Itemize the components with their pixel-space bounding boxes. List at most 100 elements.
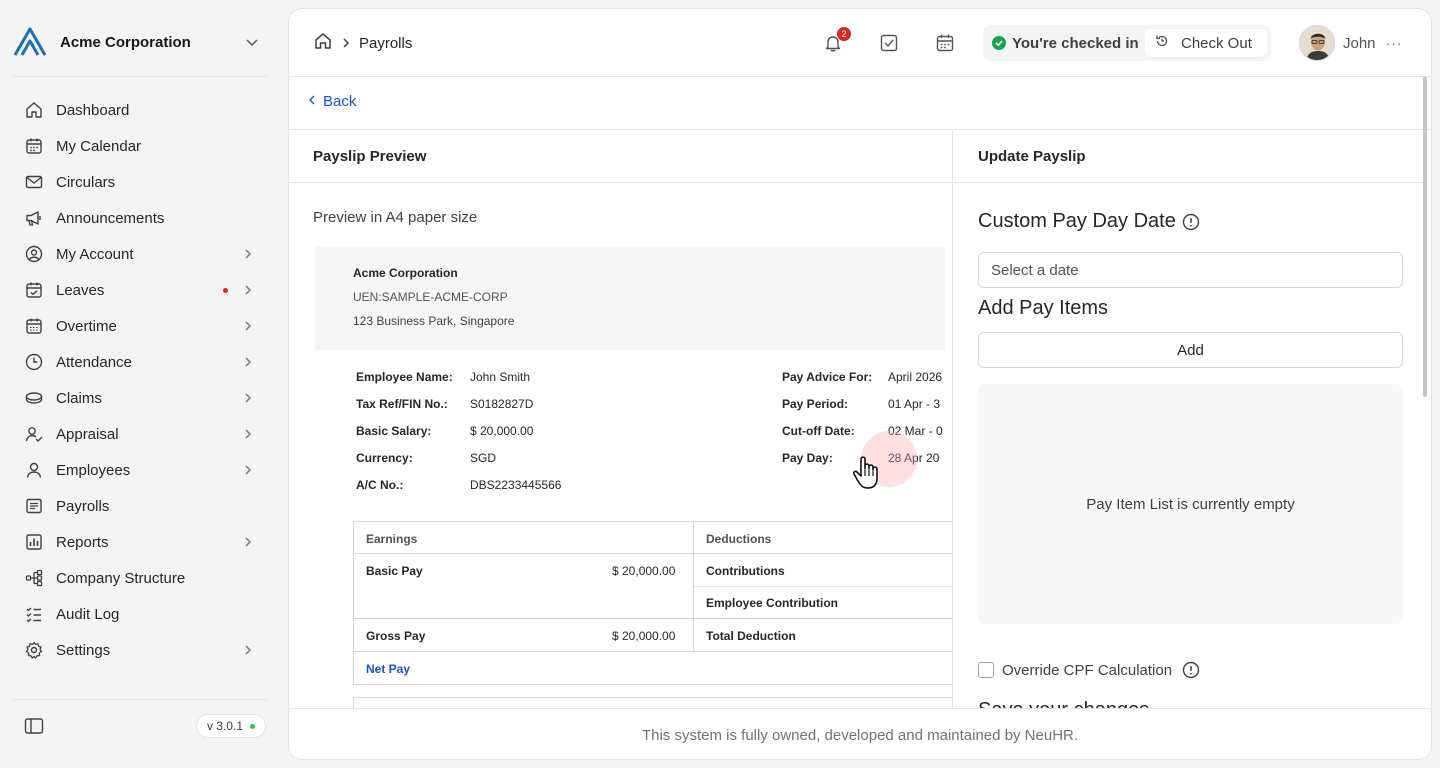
- scrollbar[interactable]: [1423, 77, 1427, 397]
- chevron-right-icon: [240, 245, 256, 263]
- gross-pay-label: Gross Pay: [366, 629, 426, 643]
- checkin-status: You're checked in Check Out: [983, 25, 1271, 61]
- sidebar-item-company-structure[interactable]: Company Structure: [12, 560, 268, 596]
- checkbox-icon[interactable]: [877, 31, 901, 55]
- sidebar-toggle-icon[interactable]: [20, 712, 48, 740]
- version-text: v 3.0.1: [206, 719, 243, 733]
- field-value: John Smith: [470, 370, 531, 384]
- net-pay-label: Net Pay: [366, 662, 411, 676]
- info-icon[interactable]: [1182, 213, 1200, 231]
- info-icon[interactable]: [1182, 661, 1200, 679]
- company-address: 123 Business Park, Singapore: [353, 314, 515, 328]
- back-link[interactable]: Back: [307, 93, 356, 110]
- custom-pay-day-title: Custom Pay Day Date: [978, 210, 1200, 233]
- sidebar-item-audit-log[interactable]: Audit Log: [12, 596, 268, 632]
- sidebar-item-label: Employees: [56, 461, 131, 479]
- table-left-border: [353, 522, 354, 685]
- home-icon[interactable]: [313, 31, 333, 56]
- sidebar-item-dashboard[interactable]: Dashboard: [12, 92, 268, 128]
- add-pay-items-title: Add Pay Items: [978, 297, 1108, 320]
- sidebar-nav: Dashboard My Calendar Circulars Announce…: [12, 92, 268, 668]
- coins-icon: [24, 388, 44, 408]
- basic-pay-label: Basic Pay: [366, 564, 423, 578]
- user-check-icon: [24, 424, 44, 444]
- sidebar-item-my-account[interactable]: My Account: [12, 236, 268, 272]
- main-panel: Payrolls 2 You're checked in Check Out J…: [288, 8, 1432, 760]
- clock-rewind-icon: [1155, 34, 1169, 53]
- hierarchy-icon: [24, 568, 44, 588]
- check-out-label: Check Out: [1181, 34, 1252, 52]
- sidebar-item-label: My Calendar: [56, 137, 142, 155]
- sidebar-item-employees[interactable]: Employees: [12, 452, 268, 488]
- empty-state-text: Pay Item List is currently empty: [1086, 495, 1295, 513]
- calendar-icon[interactable]: [933, 31, 957, 55]
- sidebar-item-appraisal[interactable]: Appraisal: [12, 416, 268, 452]
- sidebar-item-label: Leaves: [56, 281, 105, 299]
- sidebar-item-claims[interactable]: Claims: [12, 380, 268, 416]
- earnings-header: Earnings: [366, 532, 418, 546]
- field-label: Pay Period:: [782, 397, 849, 411]
- chevron-right-icon: [341, 37, 351, 49]
- sidebar-item-label: My Account: [56, 245, 134, 263]
- add-pay-items-label: Add Pay Items: [978, 297, 1109, 319]
- calendar-icon: [24, 136, 44, 156]
- chevron-right-icon: [240, 461, 256, 479]
- custom-pay-day-label: Custom Pay Day Date: [978, 210, 1176, 232]
- sidebar-item-circulars[interactable]: Circulars: [12, 164, 268, 200]
- sidebar-item-label: Company Structure: [56, 569, 186, 587]
- user-menu[interactable]: John ···: [1299, 25, 1403, 61]
- sidebar-item-attendance[interactable]: Attendance: [12, 344, 268, 380]
- next-table-edge: [353, 697, 952, 708]
- sidebar-item-label: Claims: [56, 389, 102, 407]
- sidebar-footer: v 3.0.1: [12, 708, 268, 744]
- field-label: Employee Name:: [356, 370, 453, 384]
- override-cpf-checkbox[interactable]: [978, 662, 994, 678]
- chevron-left-icon: [307, 93, 317, 110]
- check-out-button[interactable]: Check Out: [1145, 29, 1267, 57]
- field-value: DBS2233445566: [470, 478, 562, 492]
- sidebar-item-reports[interactable]: Reports: [12, 524, 268, 560]
- sidebar-item-settings[interactable]: Settings: [12, 632, 268, 668]
- sidebar-item-announcements[interactable]: Announcements: [12, 200, 268, 236]
- user-circle-icon: [24, 244, 44, 264]
- breadcrumb-current[interactable]: Payrolls: [359, 35, 412, 52]
- org-name: Acme Corporation: [60, 33, 191, 51]
- sidebar-item-my-calendar[interactable]: My Calendar: [12, 128, 268, 164]
- field-value: S0182827D: [470, 397, 534, 411]
- chevron-down-icon[interactable]: [242, 32, 262, 52]
- pay-day-date-input[interactable]: [978, 252, 1403, 288]
- sidebar-item-overtime[interactable]: Overtime: [12, 308, 268, 344]
- chevron-right-icon: [240, 641, 256, 659]
- company-logo-icon: [12, 24, 48, 60]
- sidebar-item-label: Attendance: [56, 353, 132, 371]
- sidebar-item-leaves[interactable]: Leaves: [12, 272, 268, 308]
- field-value: $ 20,000.00: [470, 424, 534, 438]
- column-divider: [693, 522, 694, 553]
- save-changes-title: Save your changes: [978, 699, 1149, 708]
- org-switcher[interactable]: Acme Corporation: [12, 22, 268, 62]
- chevron-right-icon: [240, 389, 256, 407]
- mail-icon: [24, 172, 44, 192]
- pay-item-list-empty: Pay Item List is currently empty: [978, 384, 1403, 624]
- bell-icon[interactable]: 2: [821, 27, 851, 55]
- sidebar: Acme Corporation Dashboard My Calendar C…: [0, 0, 280, 768]
- sidebar-item-label: Dashboard: [56, 101, 130, 119]
- sidebar-divider: [12, 699, 268, 700]
- avatar[interactable]: [1299, 25, 1335, 61]
- status-dot: [250, 723, 255, 729]
- sidebar-divider: [12, 76, 268, 77]
- table-row: Basic Pay $ 20,000.00 Contributions Empl…: [353, 554, 952, 619]
- more-options-icon[interactable]: ···: [1386, 35, 1403, 51]
- payslip-preview-pane: Payslip Preview Preview in A4 paper size…: [289, 130, 953, 708]
- company-name: Acme Corporation: [353, 266, 458, 280]
- company-header: Acme Corporation UEN:SAMPLE-ACME-CORP 12…: [315, 246, 945, 350]
- footer-text: This system is fully owned, developed an…: [641, 726, 1079, 744]
- field-label: Basic Salary:: [356, 424, 432, 438]
- sidebar-item-payrolls[interactable]: Payrolls: [12, 488, 268, 524]
- add-pay-item-button[interactable]: Add: [978, 332, 1403, 368]
- back-label: Back: [323, 93, 357, 110]
- sidebar-item-label: Payrolls: [56, 497, 110, 515]
- column-divider: [693, 554, 694, 618]
- hand-pointer-icon: [851, 453, 891, 497]
- field-value: 01 Apr - 3: [888, 397, 941, 411]
